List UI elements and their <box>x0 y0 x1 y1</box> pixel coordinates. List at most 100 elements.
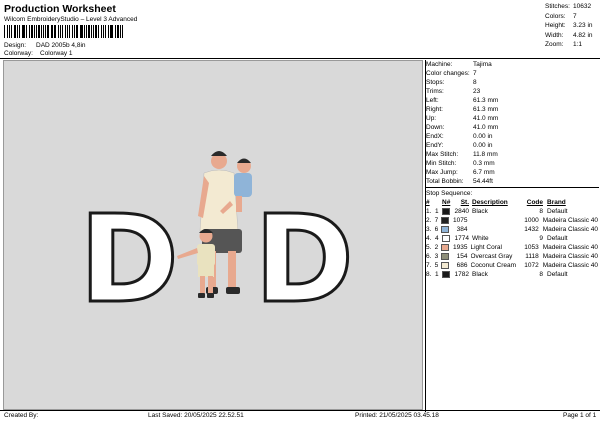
thread-code: 1118 <box>525 253 539 260</box>
design-value: DAD 2005b 4,8in <box>36 42 86 49</box>
colorway-value: Colorway 1 <box>40 50 73 57</box>
machine-info-value: 0.00 in <box>473 142 493 149</box>
thread-code: 1072 <box>524 262 539 269</box>
color-swatch <box>442 271 450 278</box>
family-figures <box>177 151 252 298</box>
barcode-bar <box>43 25 44 38</box>
machine-info-label: Down: <box>426 124 445 131</box>
stat-row: Stitches: 10632 <box>545 2 597 12</box>
thread-brand: Madeira Classic 40 <box>542 244 598 251</box>
last-saved: Last Saved: 20/05/2025 22.52.51 <box>148 412 244 419</box>
stitch-count: 2840 <box>454 208 469 215</box>
barcode-bar <box>52 25 53 38</box>
color-swatch <box>441 262 450 269</box>
row-index: 6. <box>426 253 432 260</box>
barcode-bar <box>108 25 109 38</box>
barcode-bar <box>18 25 20 38</box>
thread-brand: Madeira Classic 40 <box>542 226 598 233</box>
design-stats: Stitches: 10632 Colors: 7 Height: 3.23 in W… <box>545 2 597 50</box>
barcode-bar <box>58 25 60 38</box>
color-swatch <box>441 226 450 233</box>
machine-info-label: Max Stitch: <box>426 151 459 158</box>
barcode-bar <box>86 25 88 38</box>
machine-info-row: Down: 41.0 mm <box>426 123 598 132</box>
needle-number: 6 <box>434 226 439 233</box>
color-swatch <box>441 253 450 260</box>
machine-info-row: Left: 61.3 mm <box>426 96 598 105</box>
machine-info-row: Up: 41.0 mm <box>426 114 598 123</box>
machine-info-value: 7 <box>473 70 477 77</box>
colorway-row: Colorway: Colorway 1 <box>4 50 73 57</box>
machine-info-label: Machine: <box>426 61 453 68</box>
stat-label: Stitches: <box>545 3 570 10</box>
barcode-bar <box>83 25 85 38</box>
color-description: Coconut Cream <box>470 262 516 269</box>
machine-info-label: EndX: <box>426 133 444 140</box>
row-index: 8. <box>426 271 432 278</box>
stat-row: Height: 3.23 in <box>545 21 597 31</box>
barcode-bar <box>109 25 111 38</box>
row-index: 3. <box>426 226 432 233</box>
barcode-bar <box>111 25 113 38</box>
color-description: Black <box>472 208 488 215</box>
stitch-count: 384 <box>456 226 468 233</box>
column-header-desc: Description <box>472 199 508 206</box>
stop-sequence-title: Stop Sequence: <box>426 190 473 197</box>
thread-code: 1432 <box>524 226 539 233</box>
barcode-bar <box>72 25 73 38</box>
thread-code: 8 <box>539 271 543 278</box>
barcode-bar <box>7 25 9 38</box>
thread-code: 8 <box>539 208 543 215</box>
stat-row: Colors: 7 <box>545 12 597 22</box>
barcode-bar <box>60 25 62 38</box>
barcode-bar <box>29 25 30 38</box>
barcode-bar <box>75 25 78 38</box>
software-name: Wilcom EmbroideryStudio – Level 3 Advanc… <box>4 16 138 23</box>
stop-sequence-row: 6. 3 154 Overcast Gray 1118 Madeira Classic 4… <box>426 252 598 261</box>
color-swatch <box>441 217 450 224</box>
barcode-bar <box>64 25 66 38</box>
stat-value: 4.82 in <box>573 31 593 39</box>
header-divider <box>0 58 600 59</box>
row-index: 1. <box>426 208 432 215</box>
color-description: Black <box>472 271 488 278</box>
colorway-label: Colorway: <box>4 50 33 57</box>
stat-value: 3.23 in <box>573 22 593 29</box>
stat-row: Zoom: 1:1 <box>545 40 597 50</box>
thread-code: 1000 <box>524 217 539 224</box>
barcode-bar <box>44 25 47 38</box>
created-by: Created By: <box>4 412 39 419</box>
embroidery-preview: D D <box>78 151 355 332</box>
color-swatch <box>441 244 450 251</box>
stat-value: 1:1 <box>573 41 583 48</box>
letter-d-right: D <box>254 191 354 330</box>
machine-info-row: EndY: 0.00 in <box>426 141 598 150</box>
needle-number: 5 <box>434 262 439 269</box>
barcode-bar <box>105 25 107 38</box>
barcode-bar <box>79 25 81 38</box>
thread-brand: Default <box>547 235 568 242</box>
thread-code: 9 <box>539 235 543 242</box>
machine-info-value: 23 <box>473 88 481 95</box>
barcode-bar <box>50 25 52 38</box>
machine-info-value: 61.3 mm <box>473 106 499 113</box>
thread-brand: Default <box>547 208 568 215</box>
panel-divider <box>425 60 426 412</box>
barcode-bar <box>119 25 121 38</box>
machine-info-row: Max Jump: 6.7 mm <box>426 168 598 177</box>
needle-number: 2 <box>434 244 439 251</box>
row-index: 5. <box>426 244 432 251</box>
thread-brand: Madeira Classic 40 <box>542 217 598 224</box>
barcode-bar <box>25 25 27 38</box>
machine-info-label: Trims: <box>426 88 444 95</box>
stop-sequence-row: 2. 7 1075 1000 Madeira Classic 40 <box>426 216 598 225</box>
barcode-bar <box>17 25 18 38</box>
stop-sequence-row: 8. 1 1782 Black 8 Default <box>426 270 598 279</box>
machine-info-label: Min Stitch: <box>426 160 457 167</box>
needle-number: 1 <box>435 271 439 278</box>
barcode-bar <box>14 25 17 38</box>
panel-section-divider <box>425 187 599 188</box>
machine-info-value: 0.00 in <box>473 133 493 140</box>
barcode-bar <box>21 25 23 38</box>
barcode-bar <box>103 25 105 38</box>
